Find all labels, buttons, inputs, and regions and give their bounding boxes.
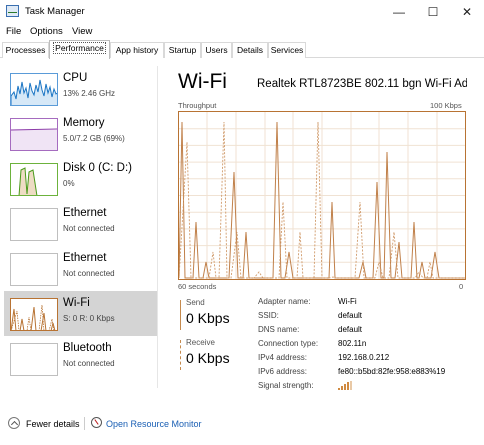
property-key: DNS name: [258, 325, 300, 334]
footer-divider [84, 417, 85, 430]
sidebar-item-bluetooth[interactable]: Bluetooth Not connected [4, 336, 157, 381]
chart-max-label: 100 Kbps [430, 101, 462, 110]
tab-label: Services [270, 45, 304, 55]
chart-label: Throughput [178, 101, 217, 110]
bluetooth-thumbnail-graph [10, 343, 58, 376]
close-button[interactable]: ✕ [450, 0, 484, 24]
disk-thumbnail-graph [10, 163, 58, 196]
title-bar: Task Manager — ☐ ✕ [0, 0, 484, 24]
receive-stat: Receive 0 Kbps [180, 338, 255, 370]
throughput-graph [178, 111, 466, 280]
property-key: Adapter name: [258, 297, 311, 306]
property-key: Connection type: [258, 339, 319, 348]
sidebar-item-cpu[interactable]: CPU 13% 2.46 GHz [4, 66, 157, 111]
property-value: fe80::b5bd:82fe:958:e883%19 [338, 367, 446, 376]
sidebar-item-label: CPU [63, 72, 88, 84]
tab-bar: Processes Performance App history Startu… [0, 40, 484, 59]
property-row: IPv4 address: 192.168.0.212 [258, 353, 478, 365]
menu-file[interactable]: File [6, 26, 21, 37]
tab-processes[interactable]: Processes [2, 42, 49, 58]
tab-details[interactable]: Details [232, 42, 268, 58]
task-manager-icon [6, 5, 19, 17]
open-resource-monitor-link[interactable]: Open Resource Monitor [106, 419, 202, 429]
ethernet-thumbnail-graph [10, 208, 58, 241]
property-key: IPv4 address: [258, 353, 307, 362]
receive-value: 0 Kbps [186, 350, 230, 366]
sidebar-item-label: Bluetooth [63, 342, 112, 354]
tab-services[interactable]: Services [268, 42, 306, 58]
property-row: Adapter name: Wi-Fi [258, 297, 478, 309]
adapter-description: Realtek RTL8723BE 802.11 bgn Wi-Fi Ada..… [257, 78, 467, 90]
sidebar-item-wifi[interactable]: Wi-Fi S: 0 R: 0 Kbps [4, 291, 157, 336]
tab-users[interactable]: Users [201, 42, 232, 58]
property-row: DNS name: default [258, 325, 478, 337]
menu-bar: File Options View [0, 24, 484, 40]
property-value: default [338, 311, 363, 320]
property-row: Connection type: 802.11n [258, 339, 478, 351]
property-row: SSID: default [258, 311, 478, 323]
sidebar-item-detail: 5.0/7.2 GB (69%) [63, 134, 125, 143]
tab-app-history[interactable]: App history [110, 42, 164, 58]
tab-startup[interactable]: Startup [164, 42, 201, 58]
property-value: Wi-Fi [338, 297, 357, 306]
tab-label: Users [205, 45, 228, 55]
sidebar-item-detail: Not connected [63, 224, 115, 233]
sidebar-item-label: Ethernet [63, 207, 107, 219]
receive-label: Receive [186, 338, 215, 347]
property-value: default [338, 325, 363, 334]
maximize-button[interactable]: ☐ [416, 0, 450, 24]
sidebar-item-detail: 13% 2.46 GHz [63, 89, 116, 98]
property-key: SSID: [258, 311, 279, 320]
menu-options[interactable]: Options [30, 26, 63, 37]
sidebar-item-detail: S: 0 R: 0 Kbps [63, 314, 115, 323]
property-key: Signal strength: [258, 381, 314, 390]
window-title: Task Manager [25, 6, 85, 17]
sidebar-item-ethernet-2[interactable]: Ethernet Not connected [4, 246, 157, 291]
signal-strength-icon [338, 381, 352, 392]
fewer-details-link[interactable]: Fewer details [26, 419, 80, 429]
sidebar-item-detail: Not connected [63, 269, 115, 278]
ethernet-thumbnail-graph [10, 253, 58, 286]
wifi-thumbnail-graph [10, 298, 58, 331]
footer-bar: Fewer details Open Resource Monitor [0, 414, 484, 436]
property-value: 192.168.0.212 [338, 353, 390, 362]
chevron-up-icon[interactable] [8, 417, 20, 429]
sidebar-item-detail: 0% [63, 179, 75, 188]
chart-time-label: 60 seconds [178, 282, 217, 291]
menu-view[interactable]: View [72, 26, 92, 37]
sidebar-item-label: Disk 0 (C: D:) [63, 162, 132, 174]
sidebar-item-detail: Not connected [63, 359, 115, 368]
cpu-thumbnail-graph [10, 73, 58, 106]
sidebar-item-label: Wi-Fi [63, 297, 90, 309]
property-value: 802.11n [338, 339, 367, 348]
send-value: 0 Kbps [186, 310, 230, 326]
property-row: IPv6 address: fe80::b5bd:82fe:958:e883%19 [258, 367, 478, 379]
send-stat: Send 0 Kbps [180, 298, 255, 330]
tab-label: Details [237, 45, 263, 55]
sidebar-item-label: Ethernet [63, 252, 107, 264]
sidebar-item-label: Memory [63, 117, 105, 129]
minimize-button[interactable]: — [382, 0, 416, 24]
memory-thumbnail-graph [10, 118, 58, 151]
sidebar-item-ethernet-1[interactable]: Ethernet Not connected [4, 201, 157, 246]
property-row: Signal strength: [258, 381, 478, 393]
resource-monitor-icon [91, 417, 102, 428]
property-key: IPv6 address: [258, 367, 307, 376]
tab-performance[interactable]: Performance [49, 40, 110, 59]
tab-label: Processes [5, 45, 46, 55]
chart-zero-label: 0 [459, 282, 464, 291]
sidebar-item-disk[interactable]: Disk 0 (C: D:) 0% [4, 156, 157, 201]
sidebar-item-memory[interactable]: Memory 5.0/7.2 GB (69%) [4, 111, 157, 156]
tab-label: App history [115, 45, 159, 55]
tab-label: Startup [168, 45, 197, 55]
send-label: Send [186, 298, 205, 307]
resource-sidebar: CPU 13% 2.46 GHz Memory 5.0/7.2 GB (69%)… [0, 66, 158, 388]
tab-label: Performance [53, 42, 106, 54]
page-title: Wi-Fi [178, 70, 227, 93]
